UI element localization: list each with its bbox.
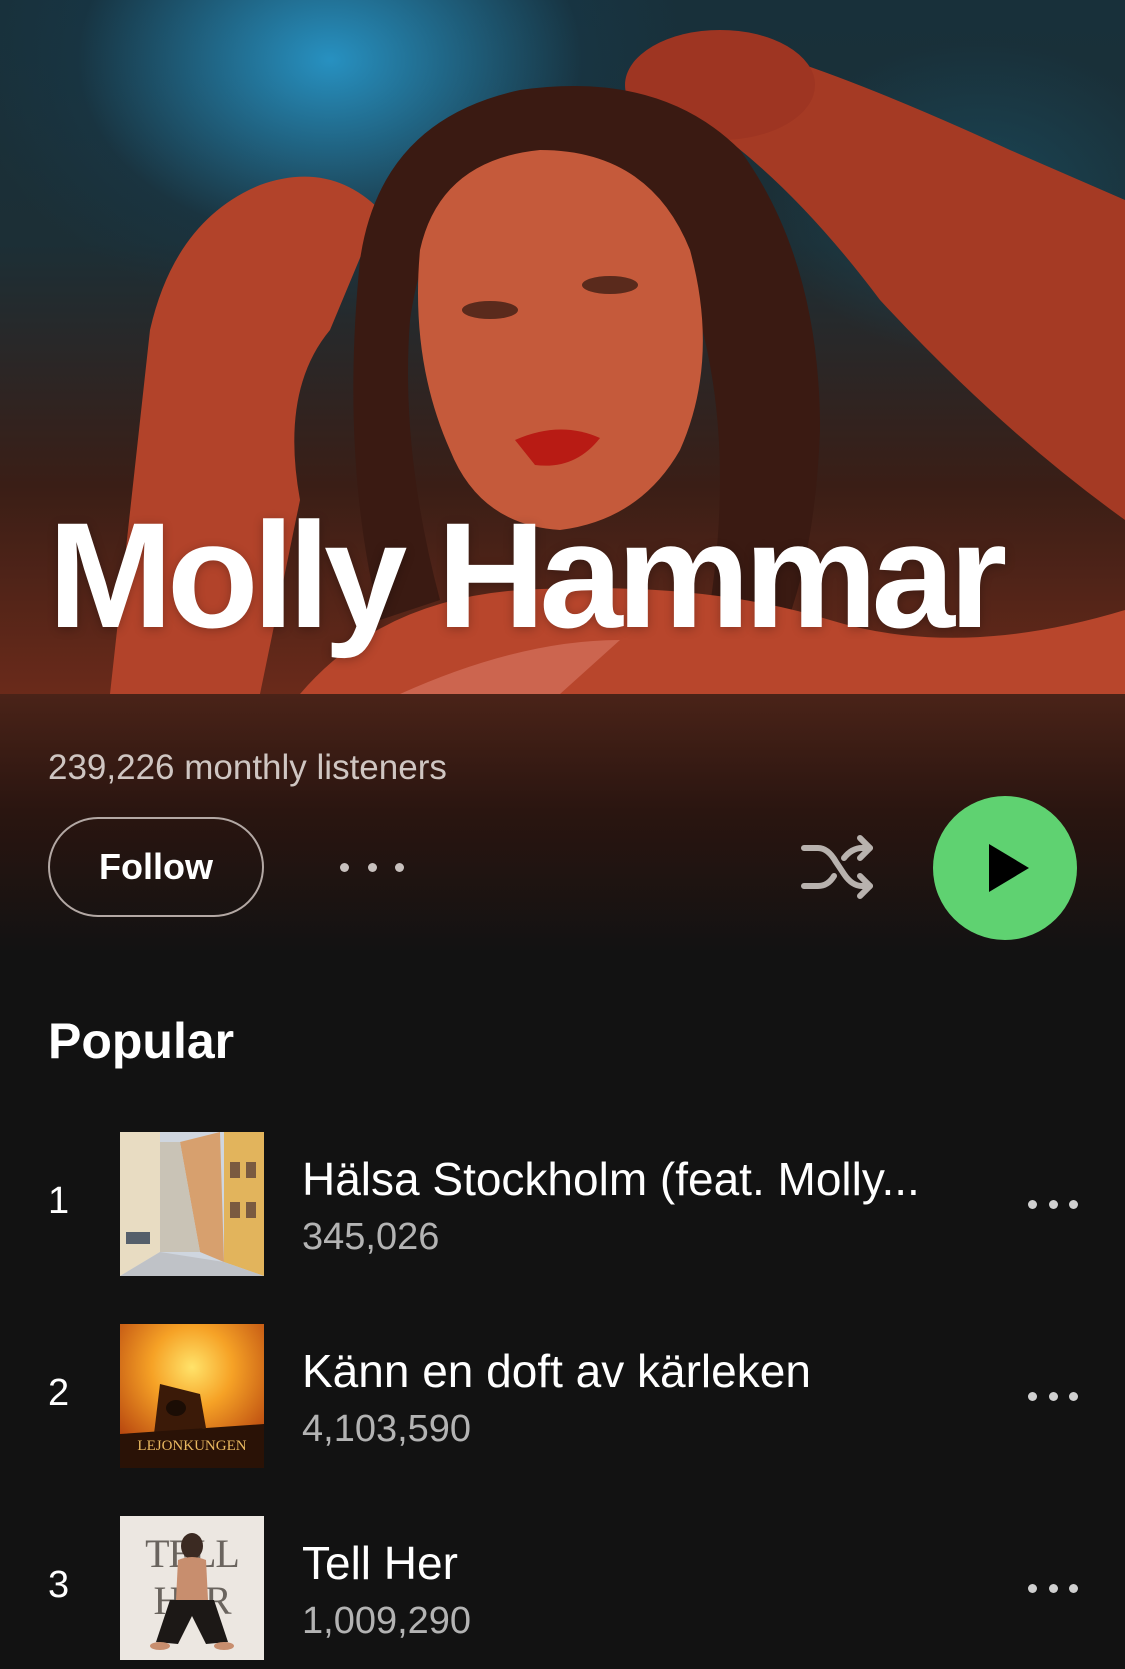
dot [1048,1391,1058,1401]
album-cover-text: LEJONKUNGEN [137,1438,247,1454]
dot [1028,1199,1037,1209]
follow-button[interactable]: Follow [48,817,264,917]
dot [367,862,377,872]
artist-name: Molly Hammar [48,491,1007,659]
more-options-icon[interactable] [340,852,404,882]
track-title: Tell Her [302,1537,458,1589]
track-rank: 3 [48,1564,70,1606]
dot [1028,1583,1037,1593]
monthly-listeners: 239,226 monthly listeners [48,748,447,787]
track-plays: 345,026 [302,1216,440,1258]
album-cover: LEJONKUNGEN [120,1324,264,1468]
shuffle-icon[interactable] [800,832,876,902]
dot [395,862,404,872]
play-button[interactable] [933,796,1077,940]
track-title: Känn en doft av kärleken [302,1345,811,1397]
album-cover [120,1132,264,1276]
dot [1069,1391,1078,1401]
dot [1028,1391,1037,1401]
artist-hero-image: Molly Hammar [0,0,1125,694]
track-row[interactable]: 2 LEJONKUNGEN Känn en doft av kärleken 4… [0,1324,1125,1468]
track-more-icon[interactable] [1028,1386,1078,1406]
track-title: Hälsa Stockholm (feat. Molly... [302,1153,920,1205]
track-row[interactable]: 1 Hälsa Stockholm (feat. Molly... 345,02… [0,1132,1125,1276]
track-more-icon[interactable] [1028,1194,1078,1214]
dot [340,862,349,872]
track-plays: 4,103,590 [302,1408,472,1450]
album-cover: TELL HER [120,1516,264,1660]
dot [1069,1583,1078,1593]
track-more-icon[interactable] [1028,1578,1078,1598]
track-plays: 1,009,290 [302,1600,472,1642]
track-rank: 2 [48,1372,70,1414]
dot [1069,1199,1078,1209]
dot [1048,1583,1058,1593]
track-rank: 1 [48,1180,70,1222]
play-icon [989,844,1029,892]
popular-heading: Popular [48,1013,235,1069]
track-row[interactable]: 3 TELL HER Tell Her 1,009,290 [0,1516,1125,1660]
dot [1048,1199,1058,1209]
